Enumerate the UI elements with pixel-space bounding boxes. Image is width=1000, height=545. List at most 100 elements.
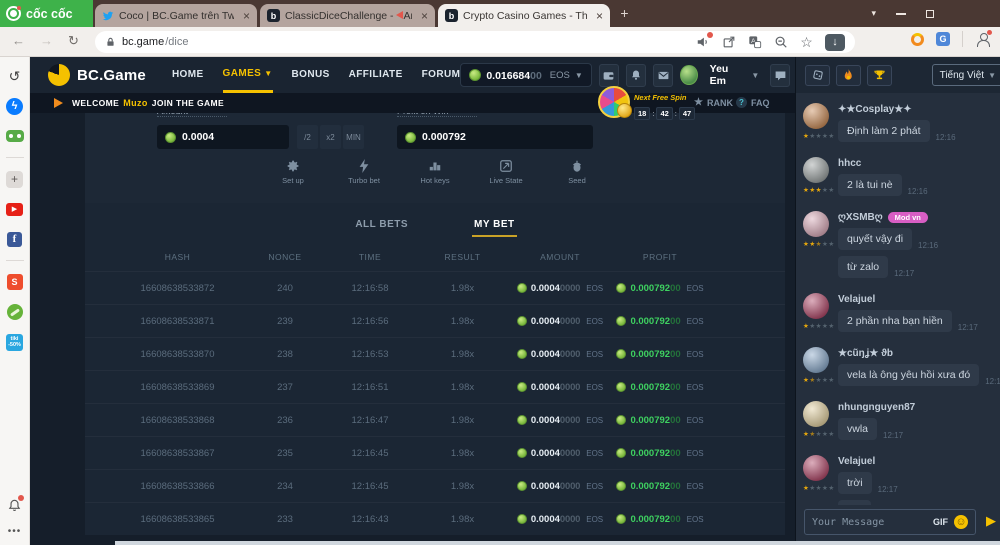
- table-row[interactable]: 1660863853386623412:16:451.98x0.00040000…: [85, 469, 785, 502]
- balance-selector[interactable]: 0.01668400 EOS ▼: [460, 63, 591, 87]
- nav-games[interactable]: GAMES▼: [223, 57, 273, 93]
- chat-username[interactable]: ★cũŋʝ★ ϑb: [838, 348, 993, 359]
- chat-bubble[interactable]: vela là ông yêu hồi xưa đó: [838, 364, 979, 386]
- bcgame-logo-text[interactable]: BC.Game: [77, 67, 146, 84]
- username[interactable]: Yeu Em: [710, 63, 743, 87]
- avatar[interactable]: [803, 293, 829, 319]
- new-tab-button[interactable]: +: [616, 6, 633, 21]
- add-shortcut-button[interactable]: +: [6, 170, 24, 188]
- mute-icon[interactable]: [695, 35, 710, 50]
- zoom-out-icon[interactable]: [773, 35, 788, 50]
- avatar[interactable]: [803, 347, 829, 373]
- back-icon[interactable]: ←: [12, 33, 25, 48]
- tiki-discount-icon[interactable]: tiki-50%: [6, 333, 24, 351]
- profile-icon[interactable]: [975, 32, 990, 47]
- nav-bonus[interactable]: BONUS: [292, 57, 330, 93]
- hot-keys-button[interactable]: Hot keys: [413, 159, 457, 185]
- half-button[interactable]: /2: [297, 125, 318, 149]
- chat-bubble[interactable]: vwla: [838, 418, 877, 440]
- chat-username[interactable]: nhungnguyen87: [838, 402, 993, 413]
- avatar[interactable]: [803, 401, 829, 427]
- notifications-bell-icon[interactable]: [6, 496, 24, 514]
- emoji-button[interactable]: ☺: [954, 515, 968, 529]
- turbo-bet-button[interactable]: Turbo bet: [342, 159, 386, 185]
- chat-toggle-button[interactable]: [770, 64, 790, 87]
- chat-bubble[interactable]: 2 là tui nè: [838, 174, 902, 196]
- notifications-button[interactable]: [626, 64, 646, 87]
- send-icon[interactable]: ▶: [986, 513, 996, 529]
- avatar[interactable]: [803, 103, 829, 129]
- mail-button[interactable]: [653, 64, 673, 87]
- table-row[interactable]: 1660863853386823612:16:471.98x0.00040000…: [85, 403, 785, 436]
- free-spin-wheel-icon[interactable]: [598, 86, 630, 118]
- language-selector[interactable]: Tiếng Việt ▼: [932, 64, 1000, 86]
- amount-input[interactable]: 0.0004: [157, 125, 289, 149]
- shopee-icon[interactable]: S: [6, 273, 24, 291]
- chat-messages[interactable]: ★★★★★✦★Cosplay★✦Định làm 2 phát12:16★★★★…: [796, 93, 1000, 505]
- tab-close-icon[interactable]: ×: [421, 9, 428, 23]
- nav-home[interactable]: HOME: [172, 57, 204, 93]
- gif-button[interactable]: GIF: [933, 517, 948, 527]
- address-bar[interactable]: bc.game/dice A ☆ ↓: [95, 31, 855, 53]
- coccoc-menu-icon[interactable]: [911, 33, 924, 46]
- tab-search-icon[interactable]: ▾: [871, 8, 876, 19]
- chat-bubble[interactable]: 2 phần nha bạn hiền: [838, 310, 952, 332]
- facebook-icon[interactable]: f: [6, 230, 24, 248]
- avatar[interactable]: [803, 211, 829, 237]
- chat-username[interactable]: ✦★Cosplay★✦: [838, 104, 993, 115]
- tab-my-bet[interactable]: MY BET: [474, 219, 515, 234]
- profit-input[interactable]: 0.000792: [397, 125, 593, 149]
- chat-username[interactable]: ღXSMBღMod vn: [838, 212, 993, 223]
- wallet-button[interactable]: [599, 64, 619, 87]
- seed-button[interactable]: Seed: [555, 159, 599, 185]
- live-state-button[interactable]: Live State: [484, 159, 528, 185]
- restore-icon[interactable]: [926, 10, 934, 18]
- nav-affiliate[interactable]: AFFILIATE: [349, 57, 403, 93]
- table-row[interactable]: 1660863853386523312:16:431.98x0.00040000…: [85, 502, 785, 535]
- browser-tab-twitter[interactable]: Coco | BC.Game trên Twitter: ×: [95, 4, 257, 27]
- double-button[interactable]: x2: [320, 125, 341, 149]
- free-spin-block[interactable]: Next Free Spin 18: 42: 47: [634, 87, 714, 120]
- chat-bubble[interactable]: Định làm 2 phát: [838, 120, 930, 142]
- bookmark-star-icon[interactable]: ☆: [799, 35, 814, 50]
- history-icon[interactable]: ↺: [6, 67, 24, 85]
- youtube-icon[interactable]: ▶: [6, 200, 24, 218]
- table-row[interactable]: 1660863853386923712:16:511.98x0.00040000…: [85, 370, 785, 403]
- nav-forum[interactable]: FORUM: [422, 57, 461, 93]
- avatar[interactable]: [803, 455, 829, 481]
- forward-icon[interactable]: →: [40, 33, 53, 48]
- tab-all-bets[interactable]: ALL BETS: [355, 219, 408, 234]
- table-row[interactable]: 1660863853386723512:16:451.98x0.00040000…: [85, 436, 785, 469]
- chat-bubble[interactable]: trời: [838, 472, 872, 494]
- games-icon[interactable]: [6, 127, 24, 145]
- table-row[interactable]: 1660863853387224012:16:581.98x0.00040000…: [85, 271, 785, 304]
- tab-close-icon[interactable]: ×: [243, 9, 250, 23]
- chat-input[interactable]: Your Message GIF ☺: [804, 509, 976, 535]
- translate-icon[interactable]: A: [747, 35, 762, 50]
- browser-tab-active[interactable]: b Crypto Casino Games - The 8 ×: [438, 4, 610, 27]
- setup-button[interactable]: Set up: [271, 159, 315, 185]
- promo-leaf-icon[interactable]: [6, 303, 24, 321]
- bcgame-logo-icon[interactable]: [48, 64, 70, 86]
- coccoc-brand[interactable]: cốc cốc: [0, 0, 93, 27]
- google-translate-icon[interactable]: G: [936, 32, 950, 46]
- chat-games-button[interactable]: [805, 65, 830, 86]
- contest-button[interactable]: [867, 65, 892, 86]
- faq-link[interactable]: ? FAQ: [736, 97, 770, 108]
- tab-close-icon[interactable]: ×: [596, 9, 603, 23]
- share-icon[interactable]: [721, 35, 736, 50]
- chat-bubble[interactable]: từ zalo: [838, 256, 888, 278]
- table-row[interactable]: 1660863853387023812:16:531.98x0.00040000…: [85, 337, 785, 370]
- download-button[interactable]: ↓: [825, 34, 845, 51]
- chat-username[interactable]: Velajuel: [838, 294, 993, 305]
- sidebar-more-icon[interactable]: •••: [8, 526, 22, 537]
- minimize-icon[interactable]: [896, 13, 906, 15]
- chat-bubble[interactable]: quyết vậy đi: [838, 228, 912, 250]
- table-row[interactable]: 1660863853387123912:16:561.98x0.00040000…: [85, 304, 785, 337]
- avatar[interactable]: [803, 157, 829, 183]
- browser-tab-dice-challenge[interactable]: b ClassicDiceChallenge - An ×: [260, 4, 435, 27]
- min-button[interactable]: MIN: [343, 125, 364, 149]
- chat-username[interactable]: hhcc: [838, 158, 993, 169]
- hot-games-button[interactable]: [836, 65, 861, 86]
- reload-icon[interactable]: ↻: [68, 33, 79, 49]
